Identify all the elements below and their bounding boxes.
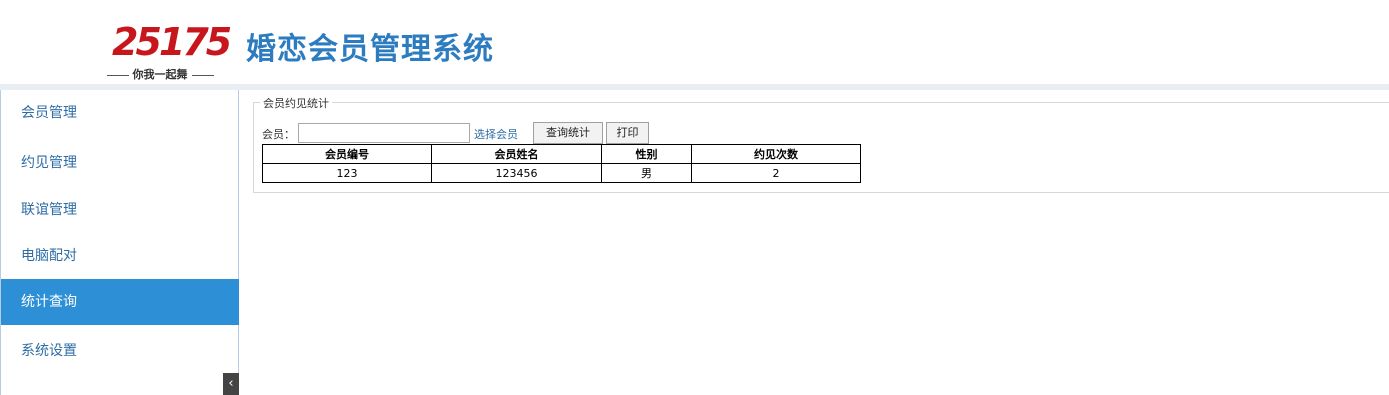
cell-meeting-count: 2 [691, 163, 861, 183]
column-header-meeting-count: 约见次数 [691, 144, 861, 164]
table-row: 123 123456 男 2 [262, 163, 861, 183]
sidebar-item-system-settings[interactable]: 系统设置 [1, 328, 239, 374]
cell-gender: 男 [601, 163, 692, 183]
sidebar-item-member-management[interactable]: 会员管理 [1, 90, 239, 136]
sidebar: 会员管理 约见管理 联谊管理 电脑配对 统计查询 系统设置 [0, 90, 239, 395]
sidebar-item-meeting-management[interactable]: 约见管理 [1, 140, 239, 186]
member-label: 会员： [262, 128, 295, 141]
table-header-row: 会员编号 会员姓名 性别 约见次数 [262, 144, 861, 164]
cell-member-name: 123456 [431, 163, 602, 183]
column-header-member-name: 会员姓名 [431, 144, 602, 164]
print-button[interactable]: 打印 [606, 122, 649, 144]
logo-number: 25175 [112, 20, 232, 64]
sidebar-item-statistics-query[interactable]: 统计查询 [1, 279, 239, 325]
column-header-member-id: 会员编号 [262, 144, 432, 164]
statistics-table: 会员编号 会员姓名 性别 约见次数 123 123456 男 2 [262, 144, 861, 183]
sidebar-item-social-management[interactable]: 联谊管理 [1, 187, 239, 233]
column-header-gender: 性别 [601, 144, 692, 164]
sidebar-collapse-icon[interactable]: ‹ [223, 373, 239, 395]
sidebar-item-computer-matching[interactable]: 电脑配对 [1, 233, 239, 279]
logo-tagline: 你我一起舞 [100, 66, 220, 82]
query-statistics-button[interactable]: 查询统计 [533, 122, 603, 144]
header: 25175 你我一起舞 婚恋会员管理系统 [0, 0, 1389, 86]
logo: 25175 你我一起舞 [100, 4, 232, 82]
fieldset-legend: 会员约见统计 [260, 95, 332, 111]
app-title: 婚恋会员管理系统 [246, 32, 494, 67]
select-member-link[interactable]: 选择会员 [474, 126, 518, 142]
member-input[interactable] [298, 123, 470, 143]
cell-member-id: 123 [262, 163, 432, 183]
